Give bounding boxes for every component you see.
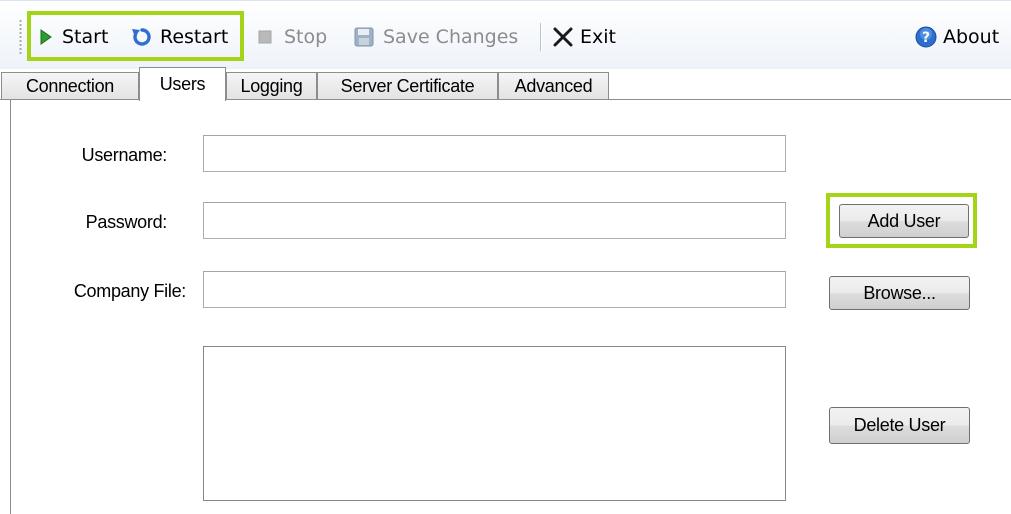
svg-text:?: ? (922, 30, 930, 46)
exit-button[interactable]: Exit (553, 19, 616, 55)
panel-border (10, 100, 11, 514)
about-label: About (943, 26, 1000, 48)
stop-label: Stop (284, 26, 328, 48)
company-file-label: Company File: (73, 281, 186, 301)
stop-button[interactable]: Stop (258, 19, 327, 55)
restart-label: Restart (160, 26, 229, 48)
tab-server-certificate[interactable]: Server Certificate (317, 72, 498, 99)
tab-users-label: Users (159, 74, 206, 94)
save-disk-icon (354, 27, 374, 47)
delete-user-button[interactable]: Delete User (829, 407, 970, 444)
delete-user-label: Delete User (853, 415, 946, 435)
tab-users[interactable]: Users (139, 67, 226, 101)
tab-server-certificate-label: Server Certificate (340, 75, 475, 96)
exit-label: Exit (580, 26, 616, 48)
username-field[interactable] (203, 135, 786, 172)
restart-button[interactable]: Restart (131, 19, 228, 55)
toolbar-separator (540, 23, 541, 51)
tab-advanced[interactable]: Advanced (498, 72, 609, 99)
start-label: Start (62, 26, 109, 48)
restart-icon (132, 28, 151, 46)
save-changes-label: Save Changes (383, 26, 519, 48)
help-icon: ? (915, 26, 937, 48)
add-user-button[interactable]: Add User (839, 204, 969, 238)
tab-advanced-label: Advanced (514, 75, 593, 96)
users-list-box[interactable] (203, 346, 786, 501)
close-x-icon (553, 27, 573, 47)
add-user-label: Add User (867, 210, 941, 231)
tab-logging-label: Logging (240, 75, 303, 96)
toolbar: Start Restart Stop Save Changes Exit ? A… (0, 0, 1011, 69)
browse-label: Browse... (863, 282, 936, 303)
tab-connection[interactable]: Connection (1, 72, 139, 99)
password-field[interactable] (203, 202, 786, 239)
stop-icon (258, 30, 272, 44)
start-button[interactable]: Start (39, 19, 108, 55)
company-file-field[interactable] (203, 271, 786, 308)
browse-button[interactable]: Browse... (829, 276, 970, 310)
play-icon (40, 29, 52, 45)
save-changes-button[interactable]: Save Changes (354, 19, 518, 55)
tab-connection-label: Connection (25, 75, 115, 96)
tab-logging[interactable]: Logging (226, 72, 317, 99)
about-button[interactable]: ? About (915, 19, 999, 55)
toolbar-grip[interactable] (19, 19, 22, 55)
password-label: Password: (85, 212, 168, 232)
username-label: Username: (81, 145, 168, 165)
server-manager-window: Start Restart Stop Save Changes Exit ? A… (0, 0, 1011, 514)
